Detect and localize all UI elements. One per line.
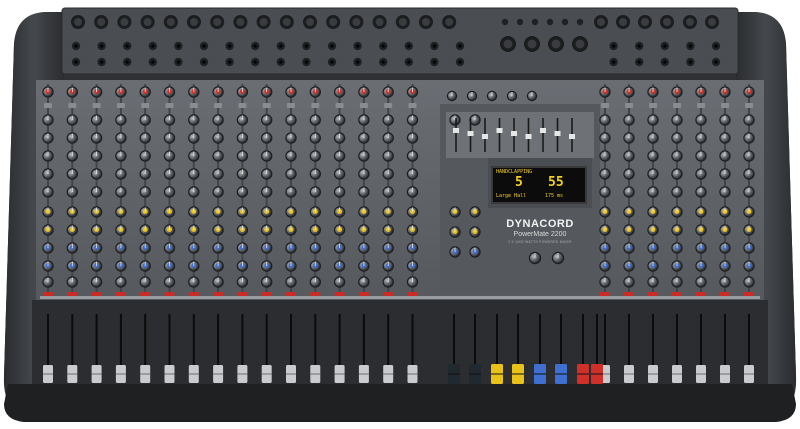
fader-slot [241,314,244,370]
pad-button[interactable] [214,103,223,108]
pad-button[interactable] [721,103,729,108]
master-fader-slot [582,314,584,370]
display-right-caption: 175 ms [545,193,564,199]
pad-button[interactable] [649,103,657,108]
scribble-strip [40,296,760,299]
pad-button[interactable] [601,103,609,108]
master-fader-slot [453,314,455,370]
fader-slot [628,314,630,370]
rca-jack[interactable] [576,18,584,26]
fader-slot [338,314,341,370]
pad-button[interactable] [141,103,150,108]
fader-slot [217,314,220,370]
display-left-value: 5 [515,175,523,190]
master-fader-slot [539,314,541,370]
master-fader-slot [474,314,476,370]
fader-slot [362,314,365,370]
fader-slot [700,314,702,370]
pad-button[interactable] [262,103,271,108]
geq-slider[interactable] [453,128,459,133]
rca-jack[interactable] [531,18,539,26]
geq-slider[interactable] [467,131,474,136]
pad-button[interactable] [116,103,125,108]
geq-slot [455,118,457,152]
pad-button[interactable] [673,103,681,108]
geq-slider[interactable] [569,134,575,139]
pad-button[interactable] [625,103,633,108]
geq-slider[interactable] [511,131,517,136]
fader-slot [314,314,317,370]
pad-button[interactable] [384,103,393,108]
brand-logo: DYNACORD [506,218,574,230]
fader-slot [119,314,122,370]
fader-slot [724,314,726,370]
power-mixer-photo [3,7,797,422]
fader-slot [47,314,49,370]
fader-slot [411,314,414,370]
pad-button[interactable] [359,103,368,108]
fader-slot [604,314,606,370]
effects-display: HANDCLAPPING 5 55 Large Hall 175 ms [491,166,587,204]
model-name: PowerMate 2200 [513,231,567,238]
master-fader-slot [596,314,598,370]
pad-button[interactable] [311,103,320,108]
pad-button[interactable] [92,103,101,108]
rca-jack[interactable] [561,18,569,26]
geq-slot [498,118,501,152]
rca-jack[interactable] [516,18,524,26]
fader-slot [71,314,74,370]
pad-button[interactable] [697,103,705,108]
master-fader-slot [517,314,519,370]
geq-slider[interactable] [540,128,546,133]
pad-button[interactable] [68,103,77,108]
pad-button[interactable] [745,103,753,108]
geq-slider[interactable] [554,131,561,136]
fader-slot [290,314,292,370]
geq-slider[interactable] [525,134,532,139]
fader-slot [265,314,268,370]
master-fader-slot [496,314,498,370]
pad-button[interactable] [408,103,417,108]
geq-slider[interactable] [496,128,503,133]
pad-button[interactable] [165,103,174,108]
rca-jack[interactable] [501,18,509,26]
fader-slot [387,314,390,370]
pad-button[interactable] [189,103,198,108]
pad-button[interactable] [287,103,295,108]
geq-slider[interactable] [482,134,488,139]
rca-jack[interactable] [546,18,554,26]
fader-slot [168,314,171,370]
fader-slot [652,314,654,370]
master-fader-slot [560,314,562,370]
fader-slot [95,314,98,370]
pad-button[interactable] [238,103,247,108]
display-left-caption: Large Hall [496,193,527,199]
fader-slot [676,314,678,370]
model-subtitle: 2 X 1000 WATTS POWERED MIXER [508,240,572,244]
fader-slot [144,314,147,370]
pad-button[interactable] [44,103,52,108]
display-right-value: 55 [548,175,564,190]
fader-slot [192,314,195,370]
front-lip [4,384,796,422]
pad-button[interactable] [335,103,344,108]
geq-slot [542,118,544,152]
fader-slot [748,314,750,370]
